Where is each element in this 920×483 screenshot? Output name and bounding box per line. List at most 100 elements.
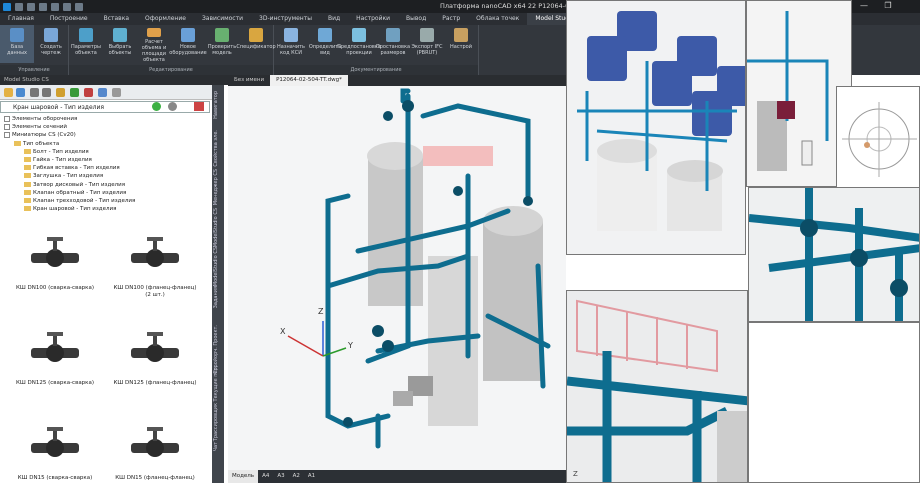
folder-icon[interactable] <box>14 140 21 146</box>
expand-icon[interactable] <box>4 123 10 130</box>
side-tab[interactable]: Чат <box>213 442 223 451</box>
menu-tab[interactable]: 3D-инструменты <box>251 13 320 25</box>
tree-node[interactable]: Миниатюры CS (Cv20) <box>4 131 76 139</box>
side-tab[interactable]: ModelStudio CS <box>213 208 223 247</box>
preview-card[interactable]: КШ DN100 (сварка-сварка) <box>10 233 100 292</box>
folder-icon[interactable] <box>24 165 31 171</box>
preview-card[interactable]: КШ DN125 (сварка-сварка) <box>10 328 100 387</box>
service-platform <box>423 146 493 166</box>
ribbon-button[interactable]: Создать чертеж <box>34 25 68 63</box>
tree-node[interactable]: Гибкая вставка - Тип изделия <box>24 164 120 172</box>
ribbon-button[interactable]: Проверить модель <box>205 25 239 63</box>
folder-icon[interactable] <box>24 206 31 212</box>
preview-card[interactable]: КШ DN15 (фланец-фланец) <box>110 423 200 482</box>
preview-card[interactable]: КШ DN100 (фланец-фланец) (2 шт.) <box>110 233 200 299</box>
ball-valve-icon <box>31 237 79 267</box>
preview-card[interactable]: КШ DN125 (фланец-фланец) <box>110 328 200 387</box>
tree-node[interactable]: Элементы сечений <box>4 123 67 131</box>
ribbon-button[interactable]: Выбрать объекты <box>103 25 137 63</box>
ribbon-group: Параметры объекта Выбрать объекты Расчет о… <box>69 25 276 75</box>
tree-node-label: Кран шаровой - Тип изделия <box>33 206 117 213</box>
undo-icon[interactable] <box>51 2 59 11</box>
open-file-icon[interactable] <box>27 2 35 11</box>
ribbon-button[interactable]: Экспорт IFC (PBRUT) <box>410 25 444 63</box>
ribbon-button[interactable]: Предпостановка проекции <box>337 25 381 63</box>
delete-icon[interactable] <box>84 88 93 97</box>
side-tab[interactable]: Трассировщик <box>213 403 223 441</box>
menu-tab[interactable]: Настройки <box>348 13 398 25</box>
save-icon[interactable] <box>16 88 25 97</box>
viewcube-panel[interactable] <box>836 86 920 188</box>
expand-icon[interactable] <box>4 131 10 138</box>
side-tab[interactable]: Навигатор <box>213 91 223 119</box>
model-viewport[interactable]: Z X Y <box>228 86 566 470</box>
preview-card[interactable]: КШ DN15 (сварка-сварка) <box>10 423 100 482</box>
tree-node[interactable]: Болт - Тип изделия <box>24 148 89 156</box>
folder-icon[interactable] <box>24 173 31 179</box>
menu-tab[interactable]: Зависимости <box>194 13 251 25</box>
refresh-icon[interactable] <box>70 88 79 97</box>
inset-valves <box>748 187 920 322</box>
ball-valve-icon <box>131 237 179 267</box>
tree-node[interactable]: Элементы оборочения <box>4 115 77 123</box>
menu-tab[interactable]: Растр <box>434 13 468 25</box>
layout-tab[interactable]: Модель <box>228 470 259 483</box>
tree-node[interactable]: Заглушка - Тип изделия <box>24 172 103 180</box>
maximize-button[interactable]: ❐ <box>876 1 900 12</box>
new-file-icon[interactable] <box>15 2 23 11</box>
tree-node-label: Клапан обратный - Тип изделия <box>33 189 127 196</box>
tree-node[interactable]: Клапан обратный - Тип изделия <box>24 189 126 197</box>
document-tab[interactable]: P12064-02-504-TT.dwg* <box>270 75 348 86</box>
print-icon[interactable] <box>75 2 83 11</box>
layout-tab[interactable]: A1 <box>304 470 319 483</box>
folder-icon[interactable] <box>4 88 13 97</box>
ribbon-button[interactable]: Параметры объекта <box>69 25 103 63</box>
folder-icon[interactable] <box>24 157 31 162</box>
layout-tab[interactable]: A2 <box>289 470 304 483</box>
preview-label: КШ DN100 (фланец-фланец) (2 шт.) <box>113 285 197 298</box>
menu-tab[interactable]: Оформление <box>137 13 194 25</box>
expand-icon[interactable] <box>4 115 10 122</box>
nav-back-icon[interactable] <box>30 88 39 97</box>
redo-icon[interactable] <box>63 2 71 11</box>
ribbon-button[interactable]: Простановка размеров <box>376 25 410 63</box>
ribbon-button[interactable]: Настрой <box>444 25 478 63</box>
layout-tab[interactable]: A4 <box>258 470 273 483</box>
menu-tab[interactable]: Вывод <box>398 13 434 25</box>
folder-icon[interactable] <box>24 189 31 195</box>
layout-tab[interactable]: A3 <box>273 470 288 483</box>
side-tab[interactable]: Свойства эле. <box>213 130 223 167</box>
nav-forward-icon[interactable] <box>42 88 51 97</box>
ribbon-button[interactable]: Назначить код КСИ <box>274 25 308 63</box>
folder-icon[interactable] <box>24 148 31 154</box>
tree-node[interactable]: Кран шаровой - Тип изделия <box>24 205 116 213</box>
settings-icon[interactable] <box>112 88 121 97</box>
minimize-button[interactable]: — <box>852 1 876 12</box>
ribbon-button[interactable]: База данных <box>0 25 34 63</box>
tree-node[interactable]: Клапан трехходовой - Тип изделия <box>24 197 135 205</box>
side-tab[interactable]: ModelStudio CS <box>213 247 223 286</box>
tree-node[interactable]: Гайка - Тип изделия <box>24 156 92 164</box>
folder-icon[interactable] <box>24 181 31 187</box>
ribbon-button[interactable]: Новое оборудование <box>169 25 207 63</box>
menu-tab[interactable]: Облака точек <box>468 13 527 25</box>
side-tab[interactable]: Задания <box>213 286 223 308</box>
ribbon-button[interactable]: Расчет объема и площади объекта <box>137 25 171 63</box>
menu-tab[interactable]: Построение <box>42 13 96 25</box>
save-icon[interactable] <box>39 2 47 11</box>
document-tab[interactable]: Без имени <box>228 75 270 86</box>
tree-node[interactable]: Тип объекта <box>14 140 59 148</box>
menu-tab[interactable]: Вид <box>320 13 348 25</box>
menu-tab[interactable]: Вставка <box>96 13 137 25</box>
compass-icon[interactable] <box>837 87 920 188</box>
folder-icon[interactable] <box>24 198 31 203</box>
menu-tab[interactable]: Главная <box>0 13 42 25</box>
side-tab[interactable]: Менеджер CS <box>213 169 223 205</box>
filter-icon[interactable] <box>56 88 65 97</box>
category-dropdown[interactable]: Кран шаровой - Тип изделия <box>0 101 210 113</box>
tree-node[interactable]: Затвор дисковый - Тип изделия <box>24 181 125 189</box>
side-tab[interactable]: Текущие пер.. <box>213 364 223 401</box>
ribbon-button[interactable]: Спецификатор <box>236 25 276 63</box>
search-icon[interactable] <box>98 88 107 97</box>
close-panel-icon[interactable] <box>194 102 204 111</box>
